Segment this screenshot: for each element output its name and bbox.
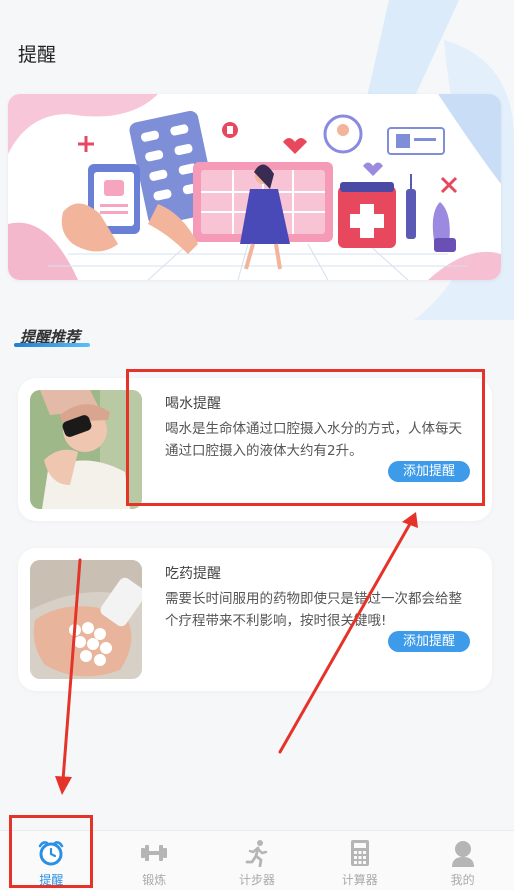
- section-underline: [14, 343, 90, 347]
- tab-label: 计步器: [238, 873, 275, 887]
- highlight-reminder-tab-box: [9, 815, 93, 888]
- tab-calculator[interactable]: 计算器: [308, 831, 411, 890]
- tab-label: 我的: [450, 873, 475, 887]
- add-medicine-reminder-button[interactable]: 添加提醒: [388, 631, 470, 652]
- tab-pedometer[interactable]: 计步器: [206, 831, 309, 890]
- arrow-head-down: [55, 776, 72, 795]
- tab-label: 计算器: [341, 873, 378, 887]
- medicine-reminder-card[interactable]: 吃药提醒 需要长时间服用的药物即使只是错过一次都会给整个疗程带来不利影响，按时很…: [18, 548, 492, 691]
- tab-exercise[interactable]: 锻炼: [103, 831, 206, 890]
- card-title: 吃药提醒: [165, 566, 221, 582]
- user-icon: [451, 841, 474, 867]
- highlight-water-card-box: [126, 369, 485, 506]
- calculator-icon: [350, 840, 369, 866]
- tab-label: 锻炼: [142, 873, 167, 887]
- medicine-reminder-image: [30, 560, 142, 679]
- page-title: 提醒: [18, 44, 57, 66]
- running-person-icon: [245, 840, 268, 867]
- card-description: 需要长时间服用的药物即使只是错过一次都会给整个疗程带来不利影响，按时很关键哦!: [165, 591, 462, 629]
- tab-profile[interactable]: 我的: [411, 831, 514, 890]
- reminder-banner: [8, 94, 501, 280]
- dumbbell-icon: [141, 845, 168, 861]
